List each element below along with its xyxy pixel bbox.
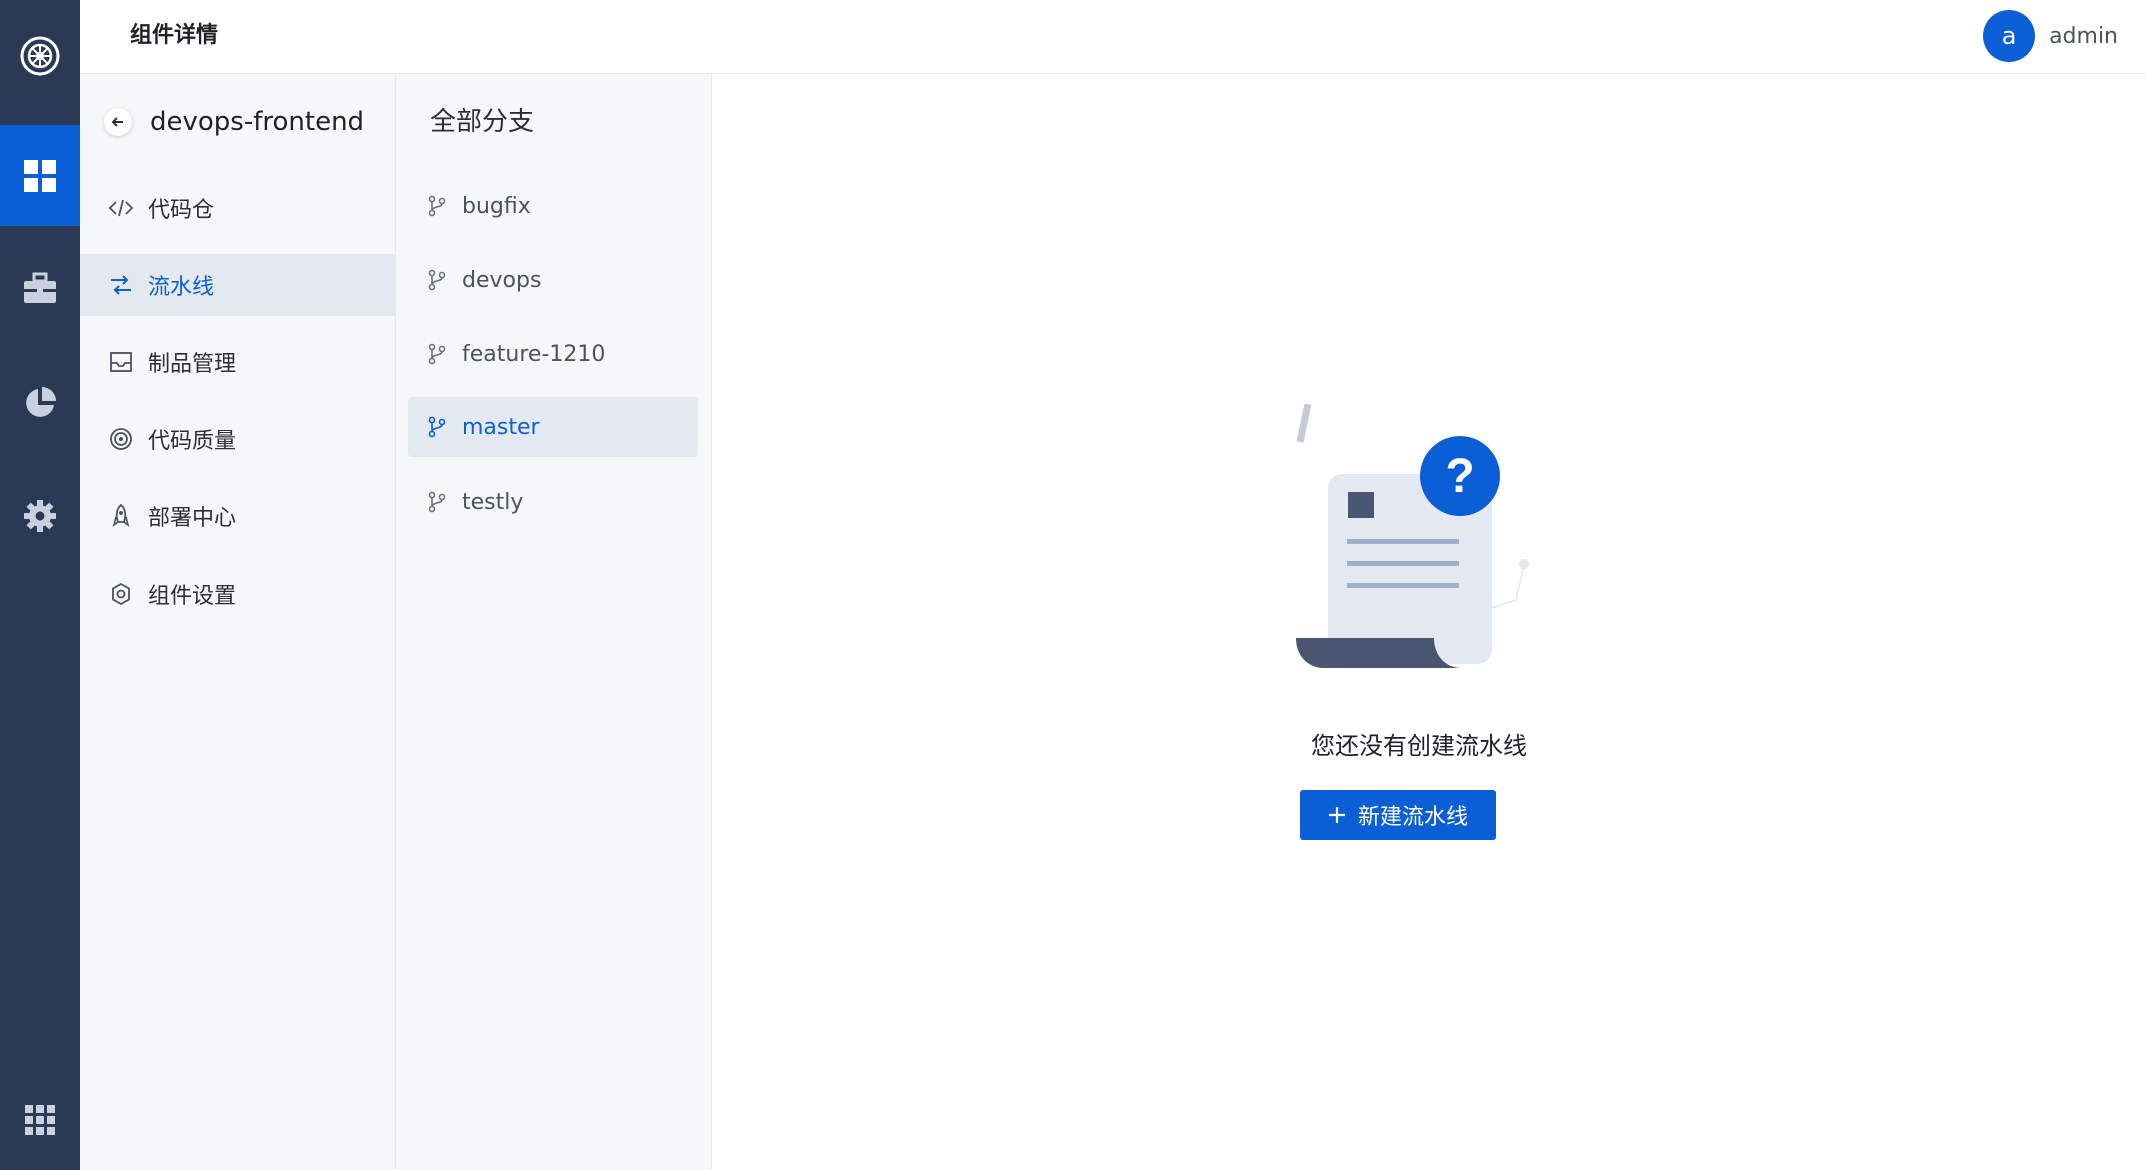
main-content: ? 您还没有创建流水线 新建流水线 <box>712 74 2146 1170</box>
menu-item-label: 部署中心 <box>148 506 237 531</box>
branch-item-bugfix[interactable]: bugfix <box>408 176 698 236</box>
avatar[interactable]: a <box>1983 10 2036 62</box>
rail-nav-reports[interactable] <box>0 352 80 453</box>
branch-item-testly[interactable]: testly <box>408 472 698 532</box>
page-title: 组件详情 <box>130 23 219 48</box>
logo-icon <box>20 36 60 76</box>
menu-item-deploy[interactable]: 部署中心 <box>80 485 395 547</box>
empty-state-message: 您还没有创建流水线 <box>1311 732 1527 760</box>
component-menu: devops-frontend 代码仓 流水线 制品管理 代码质量 部署中心 组… <box>80 74 396 1170</box>
menu-item-repository[interactable]: 代码仓 <box>80 177 395 239</box>
inbox-icon <box>108 351 134 373</box>
rocket-icon <box>108 503 134 529</box>
rail-apps[interactable] <box>0 1070 80 1170</box>
menu-item-pipeline[interactable]: 流水线 <box>80 254 395 316</box>
branch-name: testly <box>462 489 524 515</box>
project-header: devops-frontend <box>104 100 364 144</box>
menu-item-quality[interactable]: 代码质量 <box>80 408 395 470</box>
git-branch-icon <box>426 343 448 365</box>
git-branch-icon <box>426 416 448 438</box>
menu-item-label: 组件设置 <box>148 584 237 609</box>
empty-document-illustration: ? <box>1296 404 1529 668</box>
git-branch-icon <box>426 491 448 513</box>
apps-grid-icon <box>25 1105 55 1135</box>
menu-item-settings[interactable]: 组件设置 <box>80 563 395 625</box>
project-name: devops-frontend <box>150 107 365 137</box>
pie-chart-icon <box>26 386 56 417</box>
user-menu[interactable]: a admin <box>1983 10 2118 62</box>
menu-item-label: 制品管理 <box>148 352 237 377</box>
top-bar: 组件详情 a admin <box>80 0 2146 74</box>
branch-list-title: 全部分支 <box>430 107 535 137</box>
branch-item-devops[interactable]: devops <box>408 250 698 310</box>
menu-item-artifacts[interactable]: 制品管理 <box>80 331 395 393</box>
rail-nav-settings[interactable] <box>0 465 80 566</box>
app-rail <box>0 0 80 1170</box>
username[interactable]: admin <box>2049 24 2118 49</box>
arrow-left-icon <box>111 117 123 127</box>
plus-icon <box>1328 807 1345 823</box>
git-branch-icon <box>426 195 448 217</box>
rail-nav-projects[interactable] <box>0 238 80 339</box>
back-button[interactable] <box>104 108 132 136</box>
gear-icon <box>24 499 56 532</box>
app-logo[interactable] <box>0 0 80 112</box>
branch-item-master[interactable]: master <box>408 397 698 457</box>
new-pipeline-label: 新建流水线 <box>1357 805 1468 830</box>
branch-name: feature-1210 <box>462 341 606 367</box>
target-icon <box>108 427 134 451</box>
git-branch-icon <box>426 269 448 291</box>
branch-list: 全部分支 bugfix devops feature-1210 master t… <box>396 74 712 1170</box>
settings-icon <box>108 582 134 606</box>
dashboard-icon <box>24 159 56 192</box>
svg-text:?: ? <box>1445 450 1474 503</box>
menu-item-label: 代码质量 <box>148 429 237 454</box>
branch-name: master <box>462 414 540 440</box>
menu-item-label: 代码仓 <box>148 198 215 223</box>
briefcase-icon <box>24 272 56 303</box>
pipeline-icon <box>108 274 134 296</box>
branch-name: devops <box>462 267 542 293</box>
branch-name: bugfix <box>462 193 531 219</box>
menu-item-label: 流水线 <box>148 275 215 300</box>
code-icon <box>108 198 134 218</box>
rail-nav-dashboard[interactable] <box>0 125 80 226</box>
branch-item-feature-1210[interactable]: feature-1210 <box>408 324 698 384</box>
new-pipeline-button[interactable]: 新建流水线 <box>1300 790 1496 840</box>
